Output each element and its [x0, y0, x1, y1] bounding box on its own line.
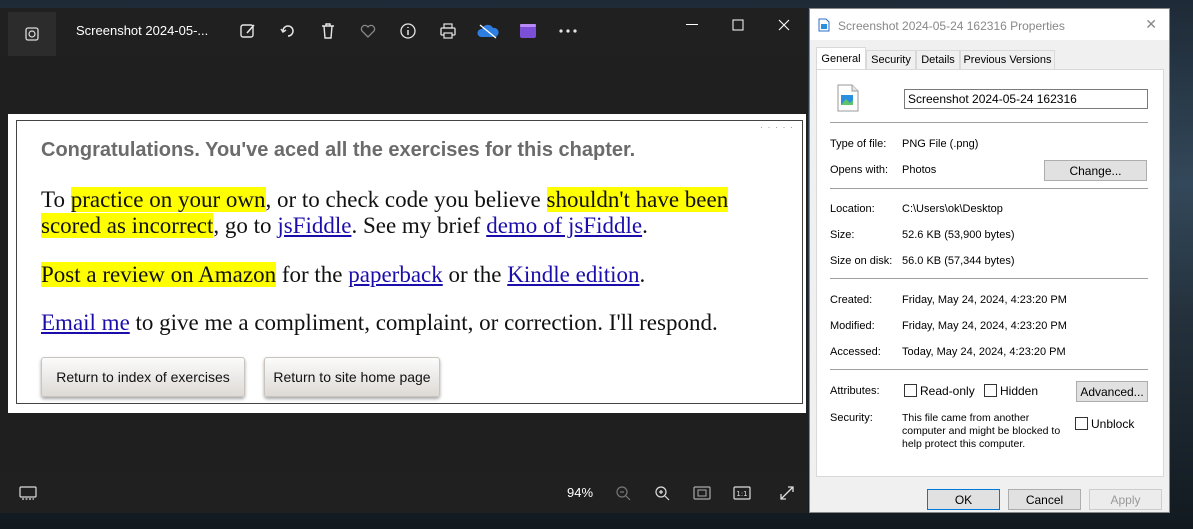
- security-label: Security:: [830, 412, 873, 424]
- zoom-out-icon[interactable]: [612, 482, 634, 504]
- apply-button[interactable]: Apply: [1089, 489, 1162, 510]
- properties-dialog: Screenshot 2024-05-24 162316 Properties …: [809, 8, 1170, 513]
- fullscreen-icon[interactable]: [776, 482, 798, 504]
- accessed-label: Accessed:: [830, 346, 881, 358]
- location-label: Location:: [830, 203, 875, 215]
- text: to give me a compliment, complaint, or c…: [129, 310, 718, 335]
- attributes-label: Attributes:: [830, 385, 880, 397]
- file-name-field[interactable]: Screenshot 2024-05-24 162316: [904, 89, 1148, 109]
- advanced-button[interactable]: Advanced...: [1076, 381, 1148, 402]
- cancel-button[interactable]: Cancel: [1008, 489, 1081, 510]
- ok-button[interactable]: OK: [927, 489, 1000, 510]
- favorite-heart-icon[interactable]: [356, 20, 380, 42]
- return-index-button[interactable]: Return to index of exercises: [41, 357, 245, 397]
- properties-title: Screenshot 2024-05-24 162316 Properties: [838, 19, 1065, 33]
- properties-titlebar: Screenshot 2024-05-24 162316 Properties …: [810, 9, 1169, 40]
- webpage-content: · · · · · Congratulations. You've aced a…: [16, 120, 803, 404]
- size-on-disk-label: Size on disk:: [830, 255, 893, 267]
- delete-icon[interactable]: [316, 20, 340, 42]
- info-icon[interactable]: [396, 20, 420, 42]
- text: , or to check code you believe: [265, 187, 547, 212]
- return-home-button[interactable]: Return to site home page: [264, 357, 440, 397]
- size-value: 52.6 KB (53,900 bytes): [902, 229, 1015, 241]
- text: .: [639, 262, 646, 287]
- actual-size-icon[interactable]: 1:1: [731, 482, 753, 504]
- close-button[interactable]: [764, 13, 804, 37]
- paragraph-review: Post a review on Amazon for the paperbac…: [41, 262, 791, 288]
- minimize-button[interactable]: [672, 13, 712, 37]
- opens-with-label: Opens with:: [830, 164, 889, 176]
- text: for the: [276, 262, 349, 287]
- maximize-button[interactable]: [718, 13, 758, 37]
- zoom-in-icon[interactable]: [651, 482, 673, 504]
- rotate-icon[interactable]: [276, 20, 300, 42]
- tab-details[interactable]: Details: [916, 50, 960, 69]
- paragraph-practice: To practice on your own, or to check cod…: [41, 187, 791, 239]
- modified-label: Modified:: [830, 320, 875, 332]
- highlighted-text: practice on your own: [70, 187, 266, 212]
- onedrive-cloud-icon[interactable]: [476, 20, 500, 42]
- tab-previous-versions[interactable]: Previous Versions: [960, 50, 1055, 69]
- hidden-label[interactable]: Hidden: [1000, 384, 1038, 398]
- change-button[interactable]: Change...: [1044, 160, 1147, 181]
- readonly-checkbox[interactable]: [904, 384, 917, 397]
- zoom-level: 94%: [567, 485, 594, 500]
- separator: [830, 122, 1148, 123]
- fit-to-window-icon[interactable]: [691, 482, 713, 504]
- separator: [830, 278, 1148, 279]
- photos-title: Screenshot 2024-05-...: [76, 23, 209, 38]
- separator: [830, 369, 1148, 370]
- size-label: Size:: [830, 229, 855, 241]
- accessed-value: Today, May 24, 2024, 4:23:20 PM: [902, 346, 1066, 358]
- photos-app-icon[interactable]: [8, 12, 56, 56]
- more-options-icon[interactable]: [556, 20, 580, 42]
- type-label: Type of file:: [830, 138, 887, 150]
- file-icon: [818, 18, 830, 32]
- unblock-label[interactable]: Unblock: [1091, 417, 1134, 431]
- location-value: C:\Users\ok\Desktop: [902, 203, 1003, 215]
- text: , go to: [213, 213, 278, 238]
- congratulations-heading: Congratulations. You've aced all the exe…: [41, 139, 636, 161]
- edit-image-icon[interactable]: [236, 20, 260, 42]
- tab-general[interactable]: General: [816, 47, 866, 69]
- opens-with-value: Photos: [902, 164, 937, 176]
- type-value: PNG File (.png): [902, 138, 979, 150]
- kindle-edition-link[interactable]: Kindle edition: [507, 262, 639, 287]
- text: To: [41, 187, 71, 212]
- corner-dots: · · · · ·: [760, 122, 794, 132]
- photos-bottom-bar: 94% 1:1: [0, 472, 808, 513]
- security-text: This file came from another computer and…: [902, 412, 1061, 450]
- created-label: Created:: [830, 294, 873, 306]
- demo-jsfiddle-link[interactable]: demo of jsFiddle: [486, 213, 642, 238]
- text: or the: [442, 262, 508, 287]
- print-icon[interactable]: [436, 20, 460, 42]
- modified-value: Friday, May 24, 2024, 4:23:20 PM: [902, 320, 1067, 332]
- svg-text:1:1: 1:1: [736, 490, 747, 498]
- tab-security[interactable]: Security: [866, 50, 916, 69]
- jsfiddle-link[interactable]: jsFiddle: [277, 213, 351, 238]
- png-file-icon: [837, 84, 859, 112]
- text: . See my brief: [351, 213, 487, 238]
- readonly-label[interactable]: Read-only: [920, 384, 975, 398]
- hidden-checkbox[interactable]: [984, 384, 997, 397]
- photos-window: Screenshot 2024-05-... · · · · · Congrat…: [0, 8, 808, 513]
- separator: [830, 188, 1148, 189]
- created-value: Friday, May 24, 2024, 4:23:20 PM: [902, 294, 1067, 306]
- general-panel: Screenshot 2024-05-24 162316 Type of fil…: [816, 69, 1164, 477]
- unblock-checkbox[interactable]: [1075, 417, 1088, 430]
- paragraph-email: Email me to give me a compliment, compla…: [41, 310, 791, 336]
- highlighted-text: Post a review on Amazon: [41, 262, 277, 287]
- paperback-link[interactable]: paperback: [348, 262, 443, 287]
- email-me-link[interactable]: Email me: [41, 310, 130, 335]
- filmstrip-icon[interactable]: [17, 482, 39, 504]
- text: .: [642, 213, 648, 238]
- image-canvas[interactable]: · · · · · Congratulations. You've aced a…: [8, 114, 806, 413]
- size-on-disk-value: 56.0 KB (57,344 bytes): [902, 255, 1015, 267]
- clipchamp-icon[interactable]: [516, 20, 540, 42]
- photos-titlebar: Screenshot 2024-05-...: [0, 8, 808, 56]
- close-icon[interactable]: ✕: [1145, 16, 1157, 33]
